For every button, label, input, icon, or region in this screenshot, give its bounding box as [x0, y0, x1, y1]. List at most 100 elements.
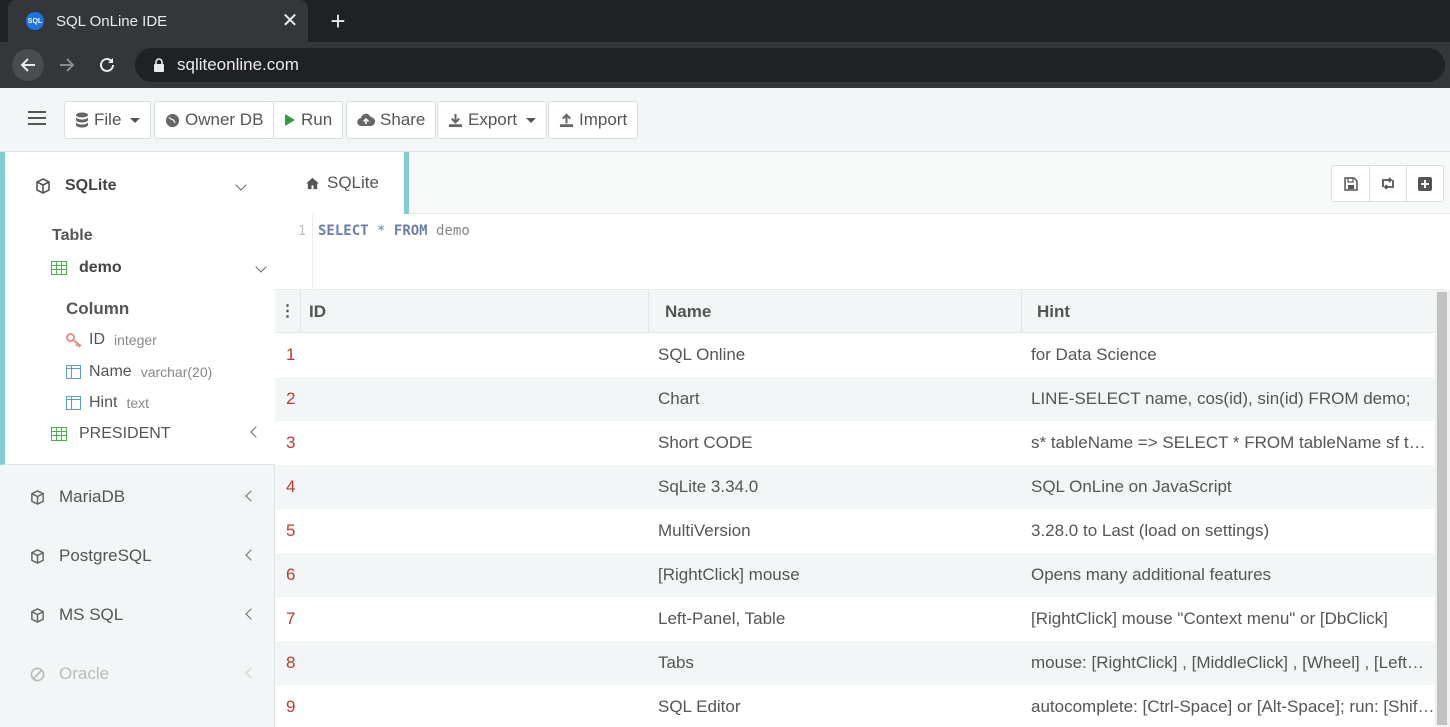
db-label: Oracle [59, 664, 110, 683]
cell-name: Chart [658, 389, 700, 408]
share-button[interactable]: Share [346, 101, 437, 139]
browser-tab[interactable]: SQL SQL OnLine IDE ✕ [8, 0, 308, 42]
app-toolbar: File Owner DB Run Share Export Import [0, 88, 1450, 152]
back-button[interactable] [12, 49, 44, 81]
save-icon [1343, 176, 1358, 191]
cell-id: 5 [286, 521, 296, 540]
add-tab-button[interactable] [1406, 166, 1443, 201]
tab-label: SQLite [327, 173, 379, 192]
cell-name: Tabs [658, 653, 694, 672]
export-button[interactable]: Export [437, 101, 548, 139]
db-item-mariadb[interactable]: MariaDB [30, 487, 260, 507]
table-row[interactable]: 4 SqLite 3.34.0 SQL OnLine on JavaScript [275, 465, 1435, 509]
chevron-left-icon [245, 490, 257, 502]
arrow-right-icon [60, 58, 75, 72]
table-row[interactable]: 3 Short CODE s* tableName => SELECT * FR… [275, 421, 1435, 465]
sqlite-db-header[interactable]: SQLite [35, 177, 265, 195]
download-icon [448, 113, 463, 127]
db-label: MS SQL [59, 605, 124, 624]
reload-button[interactable] [91, 49, 123, 81]
caret-down-icon [526, 117, 537, 123]
column-menu-icon[interactable]: ⋮ [275, 290, 301, 333]
cell-name: Left-Panel, Table [658, 609, 786, 628]
cell-hint: [RightClick] mouse "Context menu" or [Db… [1031, 609, 1388, 628]
cell-id: 8 [286, 653, 296, 672]
cell-id: 6 [286, 565, 296, 584]
table-row[interactable]: 7 Left-Panel, Table [RightClick] mouse "… [275, 597, 1435, 641]
column-item-id[interactable]: ID integer [66, 331, 157, 349]
cell-hint: SQL OnLine on JavaScript [1031, 477, 1232, 496]
cell-hint: s* tableName => SELECT * FROM tableName … [1031, 433, 1435, 452]
table-identifier: demo [436, 223, 470, 239]
header-label: Hint [1037, 301, 1071, 321]
sql-favicon-icon: SQL [26, 12, 44, 30]
column-icon [66, 396, 81, 410]
browser-toolbar: sqliteonline.com [0, 42, 1450, 88]
column-header-hint[interactable]: Hint [1022, 290, 1435, 333]
keyword-from: FROM [393, 223, 428, 239]
home-icon [306, 177, 319, 189]
scrollbar-thumb[interactable] [1437, 292, 1447, 725]
import-button[interactable]: Import [548, 101, 639, 139]
ban-icon [30, 667, 45, 681]
left-panel: SQLite Table demo Column ID integer Name… [0, 152, 275, 727]
cell-hint: LINE-SELECT name, cos(id), sin(id) FROM … [1031, 389, 1411, 408]
table-grid-icon [51, 427, 67, 441]
line-number: 1 [275, 214, 313, 290]
db-item-postgresql[interactable]: PostgreSQL [30, 546, 260, 566]
table-row[interactable]: 8 Tabs mouse: [RightClick] , [MiddleClic… [275, 641, 1435, 685]
menu-hamburger-icon[interactable] [28, 111, 46, 127]
table-row[interactable]: 1 SQL Online for Data Science [275, 333, 1435, 377]
column-icon [66, 365, 81, 379]
code-line[interactable]: SELECT * FROM demo [318, 223, 470, 239]
file-button[interactable]: File [64, 101, 152, 139]
lock-icon [154, 58, 164, 72]
table-row[interactable]: 2 Chart LINE-SELECT name, cos(id), sin(i… [275, 377, 1435, 421]
globe-icon [165, 113, 180, 127]
address-bar[interactable]: sqliteonline.com [135, 48, 1445, 82]
chevron-down-icon [255, 261, 267, 273]
column-type: text [126, 395, 150, 411]
db-item-oracle[interactable]: Oracle [30, 664, 260, 684]
header-label: ID [309, 301, 326, 321]
cell-id: 4 [286, 477, 296, 496]
db-item-mssql[interactable]: MS SQL [30, 605, 260, 625]
cube-icon [31, 607, 44, 623]
table-row[interactable]: 5 MultiVersion 3.28.0 to Last (load on s… [275, 509, 1435, 553]
forward-button[interactable] [51, 49, 83, 81]
run-button[interactable]: Run [273, 101, 344, 139]
new-tab-icon[interactable]: + [326, 8, 350, 34]
file-button-label: File [94, 110, 122, 129]
cell-name: [RightClick] mouse [658, 565, 800, 584]
owner-db-button[interactable]: Owner DB [154, 101, 275, 139]
column-item-hint[interactable]: Hint text [66, 394, 149, 412]
cell-hint: Opens many additional features [1031, 565, 1272, 584]
plus-square-icon [1418, 176, 1432, 191]
upload-icon [559, 112, 574, 127]
key-icon [66, 332, 82, 348]
swap-button[interactable] [1369, 166, 1406, 201]
browser-tab-title: SQL OnLine IDE [56, 12, 168, 30]
close-tab-icon[interactable]: ✕ [276, 11, 304, 31]
table-item-demo[interactable]: demo [51, 259, 267, 277]
results-scrollbar[interactable] [1435, 290, 1450, 727]
cell-hint: mouse: [RightClick] , [MiddleClick] , [W… [1031, 653, 1435, 672]
import-label: Import [579, 110, 628, 129]
db-label: MariaDB [59, 487, 126, 506]
table-row[interactable]: 6 [RightClick] mouse Opens many addition… [275, 553, 1435, 597]
tab-sqlite[interactable]: SQLite [275, 152, 409, 214]
sql-editor[interactable]: 1 SELECT * FROM demo [275, 214, 1445, 290]
column-header-name[interactable]: Name [649, 290, 1022, 333]
column-header-id[interactable]: ⋮ ID [275, 290, 649, 333]
save-button[interactable] [1332, 166, 1369, 201]
table-item-president[interactable]: PRESIDENT [51, 425, 265, 443]
column-item-name[interactable]: Name varchar(20) [66, 363, 212, 381]
cell-name: Short CODE [658, 433, 753, 452]
sqlite-db-label: SQLite [65, 177, 117, 194]
cube-icon [36, 178, 50, 194]
table-row[interactable]: 9 SQL Editor autocomplete: [Ctrl-Space] … [275, 685, 1435, 727]
column-type: varchar(20) [140, 364, 213, 380]
cell-name: MultiVersion [658, 521, 751, 540]
browser-tabstrip: SQL SQL OnLine IDE ✕ + [0, 0, 1450, 42]
chevron-left-icon [250, 426, 262, 438]
